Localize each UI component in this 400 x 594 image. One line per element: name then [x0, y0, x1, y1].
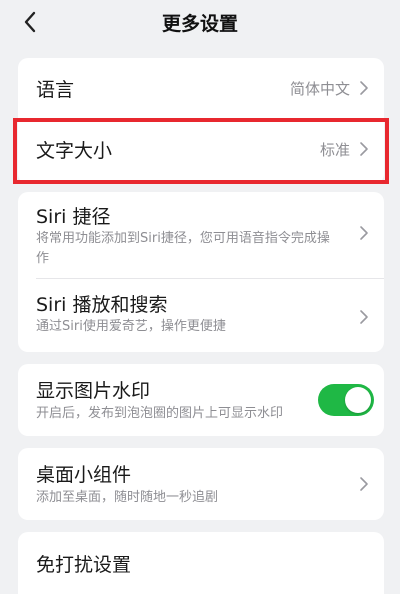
watermark-toggle[interactable] [318, 384, 374, 416]
chevron-right-icon [360, 477, 368, 491]
siri-play-search-title: Siri 播放和搜索 [36, 294, 168, 316]
settings-card-widget: 桌面小组件 添加至桌面，随时随地一秒追剧 [18, 448, 384, 520]
page-title: 更多设置 [161, 13, 238, 35]
watermark-title: 显示图片水印 [36, 380, 151, 402]
settings-card-siri: Siri 捷径 将常用功能添加到Siri捷径，您可用语音指令完成操作 Siri … [18, 192, 384, 352]
siri-play-search-row[interactable]: Siri 播放和搜索 通过Siri使用爱奇艺，操作更便捷 [18, 279, 384, 352]
settings-card-display: 语言 简体中文 文字大小 标准 [18, 58, 384, 184]
siri-play-search-subtitle: 通过Siri使用爱奇艺，操作更便捷 [36, 319, 226, 334]
siri-shortcut-title: Siri 捷径 [36, 206, 111, 228]
siri-shortcut-subtitle: 将常用功能添加到Siri捷径，您可用语音指令完成操作 [36, 231, 330, 266]
toggle-knob [345, 387, 371, 413]
chevron-right-icon [360, 226, 368, 240]
widget-subtitle: 添加至桌面，随时随地一秒追剧 [36, 490, 219, 505]
language-value: 简体中文 [289, 80, 350, 98]
navigation-bar: 更多设置 [0, 0, 400, 44]
watermark-subtitle: 开启后，发布到泡泡圈的图片上可显示水印 [36, 406, 284, 421]
widget-row[interactable]: 桌面小组件 添加至桌面，随时随地一秒追剧 [18, 448, 384, 520]
settings-card-watermark: 显示图片水印 开启后，发布到泡泡圈的图片上可显示水印 [18, 364, 384, 436]
font-size-title: 文字大小 [36, 140, 113, 162]
language-title: 语言 [36, 79, 75, 101]
chevron-right-icon [360, 81, 368, 95]
siri-shortcut-row[interactable]: Siri 捷径 将常用功能添加到Siri捷径，您可用语音指令完成操作 [18, 192, 384, 278]
font-size-row[interactable]: 文字大小 标准 [18, 121, 384, 184]
language-row[interactable]: 语言 简体中文 [18, 58, 384, 118]
chevron-right-icon [360, 142, 368, 156]
widget-title: 桌面小组件 [36, 464, 132, 486]
chevron-right-icon [360, 310, 368, 324]
font-size-value: 标准 [319, 141, 350, 159]
dnd-title: 免打扰设置 [36, 554, 132, 576]
dnd-row[interactable]: 免打扰设置 [18, 532, 384, 594]
settings-card-dnd: 免打扰设置 [18, 532, 384, 594]
watermark-row: 显示图片水印 开启后，发布到泡泡圈的图片上可显示水印 [18, 364, 384, 436]
